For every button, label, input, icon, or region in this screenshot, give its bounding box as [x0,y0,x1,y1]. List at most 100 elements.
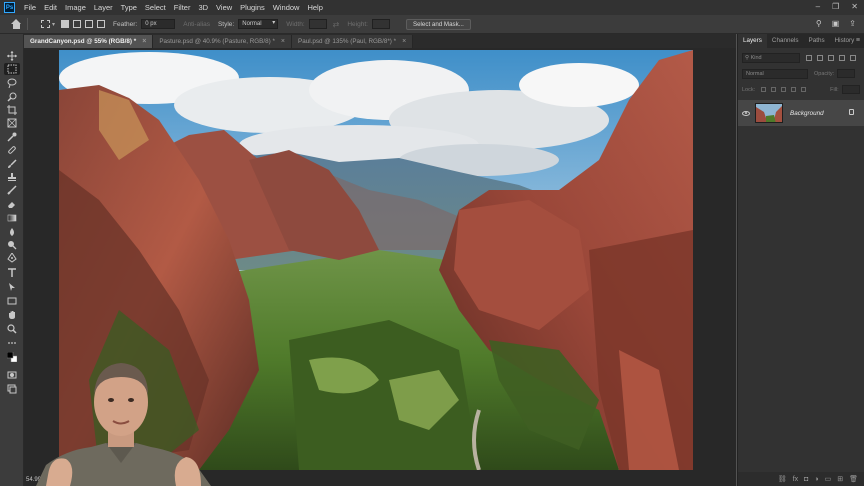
menu-3d[interactable]: 3D [194,3,212,12]
width-input[interactable] [308,19,327,29]
lasso-icon[interactable] [7,78,17,88]
eyedropper-icon[interactable] [7,132,17,142]
crop-icon[interactable] [7,105,17,115]
search-icon[interactable]: ⚲ [816,19,822,28]
dodge-icon[interactable] [7,240,17,250]
options-right-group: ⚲ ▣ ⇪ [816,19,856,28]
trash-icon[interactable]: 🗑 [849,475,858,483]
home-icon[interactable] [10,18,22,30]
intersect-selection-icon[interactable] [97,20,106,28]
new-layer-icon[interactable]: ⊞ [837,475,843,483]
quick-select-icon[interactable] [7,92,17,102]
quick-mask-icon[interactable] [7,370,17,380]
lock-pixels-icon[interactable] [761,87,767,92]
adjustment-filter-icon[interactable] [817,54,823,61]
filter-icons [806,54,856,61]
eraser-icon[interactable] [7,199,17,209]
photoshop-logo-icon[interactable]: Ps [4,2,15,13]
add-selection-icon[interactable] [73,20,82,28]
kind-filter-select[interactable]: ⚲ Kind [742,52,800,63]
layer-row[interactable]: Background [738,100,864,126]
stamp-icon[interactable] [7,172,17,182]
brush-icon[interactable] [7,159,17,169]
close-icon[interactable]: ✕ [851,2,858,11]
menu-edit[interactable]: Edit [40,3,61,12]
rectangle-icon[interactable] [7,296,17,306]
type-icon[interactable] [7,268,17,278]
menu-select[interactable]: Select [141,3,170,12]
tab-history[interactable]: History [830,34,860,48]
anti-alias-checkbox[interactable]: Anti-alias [183,21,210,28]
frame-icon[interactable] [7,118,17,128]
menu-help[interactable]: Help [303,3,326,12]
screen-mode-icon[interactable] [7,384,17,394]
eye-icon[interactable] [742,110,750,116]
fill-input[interactable] [841,85,860,94]
hand-icon[interactable] [7,310,17,320]
tab-paths[interactable]: Paths [804,34,830,48]
subtract-selection-icon[interactable] [85,20,94,28]
close-icon[interactable]: × [402,38,406,45]
close-icon[interactable]: × [281,38,285,45]
workspace-icon[interactable]: ▣ [832,19,840,28]
selection-mode-group [61,20,106,28]
healing-icon[interactable] [7,145,17,155]
close-icon[interactable]: × [142,38,146,45]
tab-layers[interactable]: Layers [738,34,767,48]
menu-filter[interactable]: Filter [170,3,195,12]
marquee-icon[interactable] [4,63,20,75]
restore-icon[interactable]: ❐ [832,2,839,11]
mask-icon[interactable]: ◘ [804,476,808,483]
lock-artboard-icon[interactable] [791,87,797,92]
window-controls: – ❐ ✕ [816,2,858,11]
menu-bar: Ps File Edit Image Layer Type Select Fil… [0,0,864,15]
tab-label: Paul.psd @ 135% (Paul, RGB/8*) * [298,38,397,45]
tab-pasture[interactable]: Pasture.psd @ 40.9% (Pasture, RGB/8) * × [153,35,292,48]
adjustment-icon[interactable]: ◑ [814,476,818,483]
swap-icon[interactable]: ⇄ [333,20,340,29]
blend-mode-select[interactable]: Normal [742,68,808,79]
share-icon[interactable]: ⇪ [849,19,856,28]
menu-window[interactable]: Window [269,3,304,12]
lock-image-icon[interactable] [771,87,777,92]
menu-layer[interactable]: Layer [90,3,117,12]
style-select[interactable]: Normal [238,19,279,29]
panel-menu-icon[interactable]: ≡ [856,37,860,44]
feather-input[interactable]: 0 px [141,19,176,29]
folder-icon[interactable]: ▭ [825,475,832,483]
menu-view[interactable]: View [212,3,236,12]
lock-all-icon[interactable] [801,87,807,92]
zoom-icon[interactable] [7,324,17,334]
tab-grandcanyon[interactable]: GrandCanyon.psd @ 55% (RGB/8) * × [24,35,154,48]
menu-file[interactable]: File [20,3,40,12]
select-and-mask-button[interactable]: Select and Mask... [405,18,471,30]
menu-plugins[interactable]: Plugins [236,3,269,12]
type-filter-icon[interactable] [828,54,834,61]
gradient-icon[interactable] [7,213,17,223]
menu-image[interactable]: Image [61,3,90,12]
menu-type[interactable]: Type [117,3,141,12]
chevron-down-icon[interactable]: ▾ [52,21,55,28]
pixel-filter-icon[interactable] [806,54,812,61]
shape-filter-icon[interactable] [839,54,845,61]
smart-filter-icon[interactable] [850,54,856,61]
history-brush-icon[interactable] [7,185,17,195]
pen-icon[interactable] [7,253,17,263]
move-icon[interactable] [7,51,17,61]
marquee-preset-icon[interactable] [41,20,50,28]
tab-paul[interactable]: Paul.psd @ 135% (Paul, RGB/8*) * × [292,35,414,48]
color-swatch-icon[interactable] [7,352,17,362]
more-icon[interactable] [7,338,17,348]
lock-position-icon[interactable] [781,87,787,92]
fx-icon[interactable]: fx [793,476,798,483]
height-label: Height: [347,20,368,28]
link-icon[interactable]: ⛓ [778,475,787,483]
height-input[interactable] [371,19,390,29]
minimize-icon[interactable]: – [816,2,820,11]
blur-icon[interactable] [7,227,17,237]
tab-channels[interactable]: Channels [767,34,804,48]
layer-name[interactable]: Background [790,110,824,117]
new-selection-icon[interactable] [61,20,70,28]
path-select-icon[interactable] [7,282,17,292]
opacity-input[interactable] [837,69,856,78]
